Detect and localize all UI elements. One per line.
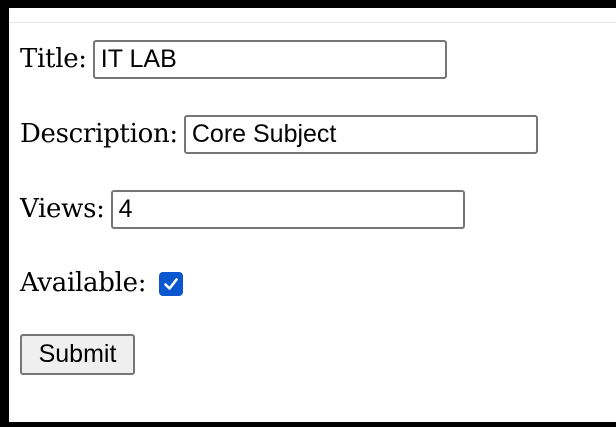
title-label: Title:: [20, 44, 87, 74]
title-row: Title:: [20, 38, 447, 80]
available-label: Available:: [20, 268, 147, 298]
description-label: Description:: [20, 119, 178, 149]
description-row: Description:: [20, 113, 538, 155]
views-label: Views:: [20, 194, 105, 224]
description-input[interactable]: [183, 114, 538, 154]
available-checkbox[interactable]: [159, 272, 184, 296]
views-row: Views:: [20, 188, 465, 230]
submit-button[interactable]: Submit: [20, 334, 135, 375]
available-row: Available:: [20, 262, 184, 304]
checkmark-icon: [164, 278, 178, 290]
top-divider: [9, 8, 616, 23]
title-input[interactable]: [92, 39, 447, 79]
window-frame: Title: Description: Views: Available: Su…: [0, 0, 616, 427]
views-input[interactable]: [110, 189, 465, 229]
